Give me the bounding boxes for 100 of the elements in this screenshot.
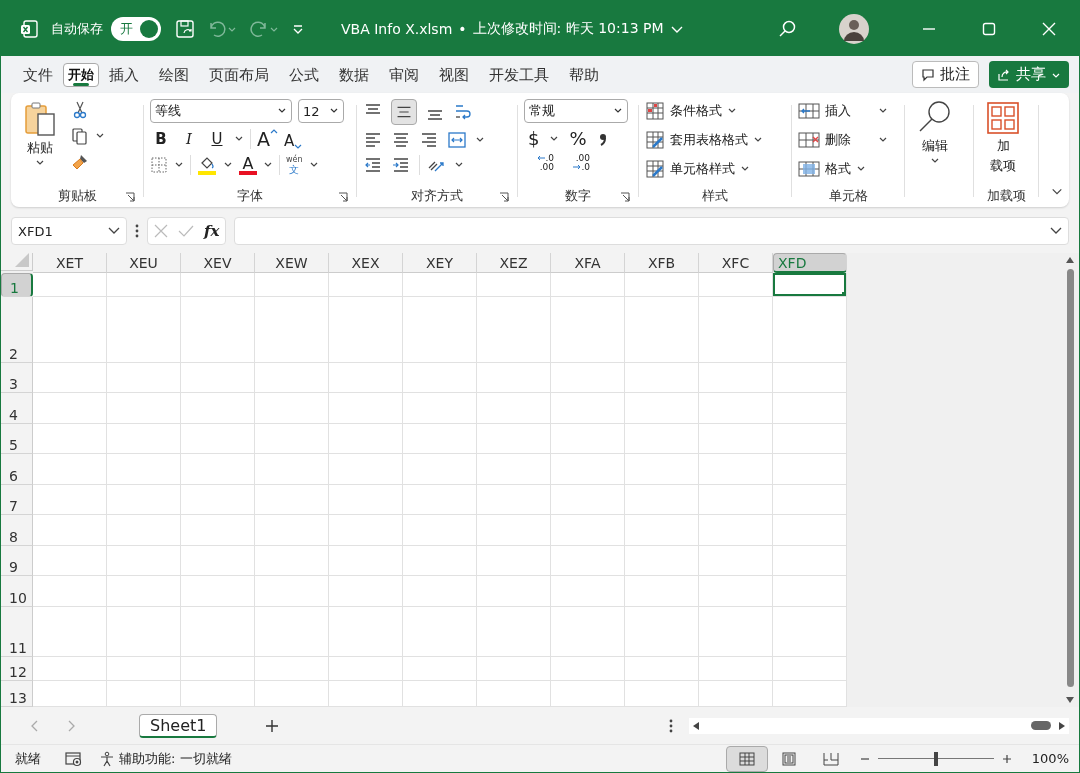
normal-view-button[interactable] — [725, 745, 768, 772]
column-header[interactable]: XET — [33, 253, 107, 273]
table-cell[interactable] — [551, 657, 625, 681]
previous-sheet-icon[interactable] — [31, 719, 39, 732]
table-cell[interactable] — [403, 576, 477, 607]
table-cell[interactable] — [477, 363, 551, 393]
table-cell[interactable] — [329, 485, 403, 515]
scroll-thumb[interactable] — [1031, 721, 1051, 730]
macro-recording-icon[interactable] — [65, 750, 83, 767]
table-cell[interactable] — [107, 485, 181, 515]
excel-icon[interactable] — [19, 18, 39, 39]
formula-input[interactable] — [234, 217, 1069, 245]
table-cell[interactable] — [551, 485, 625, 515]
underline-button[interactable]: U — [206, 128, 228, 150]
ribbon-tab[interactable]: 审阅 — [379, 59, 429, 90]
styles-button[interactable]: 套用表格格式 — [645, 128, 763, 152]
table-cell[interactable] — [33, 515, 107, 546]
table-cell[interactable] — [699, 273, 773, 297]
table-cell[interactable] — [33, 424, 107, 454]
styles-button[interactable]: 条件格式 — [645, 99, 737, 123]
table-cell[interactable] — [477, 485, 551, 515]
table-cell[interactable] — [551, 297, 625, 363]
table-cell[interactable] — [625, 363, 699, 393]
dialog-launcher-icon[interactable] — [499, 192, 509, 202]
avatar[interactable] — [839, 13, 869, 44]
share-button[interactable]: 共享 — [989, 61, 1069, 88]
table-cell[interactable] — [625, 297, 699, 363]
ribbon-tab[interactable]: 数据 — [329, 59, 379, 90]
table-cell[interactable] — [625, 515, 699, 546]
table-cell[interactable] — [255, 297, 329, 363]
table-cell[interactable] — [773, 297, 847, 363]
table-cell[interactable] — [329, 657, 403, 681]
table-cell[interactable] — [181, 546, 255, 576]
bold-button[interactable]: B — [150, 128, 172, 150]
table-cell[interactable] — [33, 546, 107, 576]
table-cell[interactable] — [329, 607, 403, 657]
row-header[interactable]: 11 — [1, 607, 33, 657]
increase-decimal-button[interactable]: .0 .00 — [524, 154, 554, 172]
table-cell[interactable] — [699, 454, 773, 485]
table-cell[interactable] — [403, 515, 477, 546]
table-cell[interactable] — [477, 454, 551, 485]
row-header[interactable]: 10 — [1, 576, 33, 607]
table-cell[interactable] — [33, 576, 107, 607]
check-icon[interactable] — [178, 224, 194, 238]
table-cell[interactable] — [403, 297, 477, 363]
ribbon-tab[interactable]: 视图 — [429, 59, 479, 90]
table-cell[interactable] — [329, 515, 403, 546]
column-header[interactable]: XFB — [625, 253, 699, 273]
horizontal-scrollbar[interactable] — [689, 717, 1069, 734]
ribbon-tab[interactable]: 文件 — [13, 59, 63, 90]
paste-button[interactable]: 粘贴 — [17, 99, 63, 169]
increase-font-button[interactable]: A — [257, 128, 278, 150]
table-cell[interactable] — [33, 681, 107, 707]
table-cell[interactable] — [477, 273, 551, 297]
table-cell[interactable] — [551, 546, 625, 576]
align-left-icon[interactable] — [363, 130, 383, 150]
table-cell[interactable] — [403, 657, 477, 681]
table-cell[interactable] — [625, 454, 699, 485]
caret-icon[interactable] — [263, 161, 273, 169]
table-cell[interactable] — [699, 363, 773, 393]
table-cell[interactable] — [625, 273, 699, 297]
table-cell[interactable] — [329, 546, 403, 576]
table-cell[interactable] — [477, 607, 551, 657]
align-center-icon[interactable] — [391, 130, 411, 150]
dialog-launcher-icon[interactable] — [338, 192, 348, 202]
active-cell[interactable] — [773, 273, 847, 297]
caret-icon[interactable] — [223, 161, 233, 169]
table-cell[interactable] — [477, 393, 551, 424]
select-all-icon[interactable] — [15, 253, 29, 267]
table-cell[interactable] — [699, 657, 773, 681]
table-cell[interactable] — [625, 393, 699, 424]
table-cell[interactable] — [625, 576, 699, 607]
column-header[interactable]: XEZ — [477, 253, 551, 273]
font-name-dropdown[interactable]: 等线 — [150, 99, 292, 123]
row-header[interactable]: 1 — [1, 273, 33, 297]
table-cell[interactable] — [773, 681, 847, 707]
scroll-left-icon[interactable] — [693, 721, 699, 730]
zoom-level[interactable]: 100% — [1031, 751, 1069, 766]
table-cell[interactable] — [403, 485, 477, 515]
table-cell[interactable] — [551, 515, 625, 546]
table-cell[interactable] — [181, 515, 255, 546]
caret-icon[interactable] — [549, 134, 560, 143]
scroll-up-icon[interactable] — [1066, 257, 1074, 263]
table-cell[interactable] — [699, 485, 773, 515]
table-cell[interactable] — [33, 485, 107, 515]
table-cell[interactable] — [329, 393, 403, 424]
table-cell[interactable] — [181, 607, 255, 657]
ribbon-tab[interactable]: 开发工具 — [479, 59, 559, 90]
search-icon[interactable] — [777, 18, 797, 39]
ribbon-tab[interactable]: 公式 — [279, 59, 329, 90]
table-cell[interactable] — [33, 393, 107, 424]
row-header[interactable]: 2 — [1, 297, 33, 363]
table-cell[interactable] — [699, 546, 773, 576]
table-cell[interactable] — [107, 297, 181, 363]
table-cell[interactable] — [255, 681, 329, 707]
next-sheet-icon[interactable] — [67, 719, 75, 732]
table-cell[interactable] — [699, 393, 773, 424]
format-painter-icon[interactable] — [71, 153, 89, 171]
table-cell[interactable] — [33, 454, 107, 485]
caret-icon[interactable] — [475, 136, 485, 144]
